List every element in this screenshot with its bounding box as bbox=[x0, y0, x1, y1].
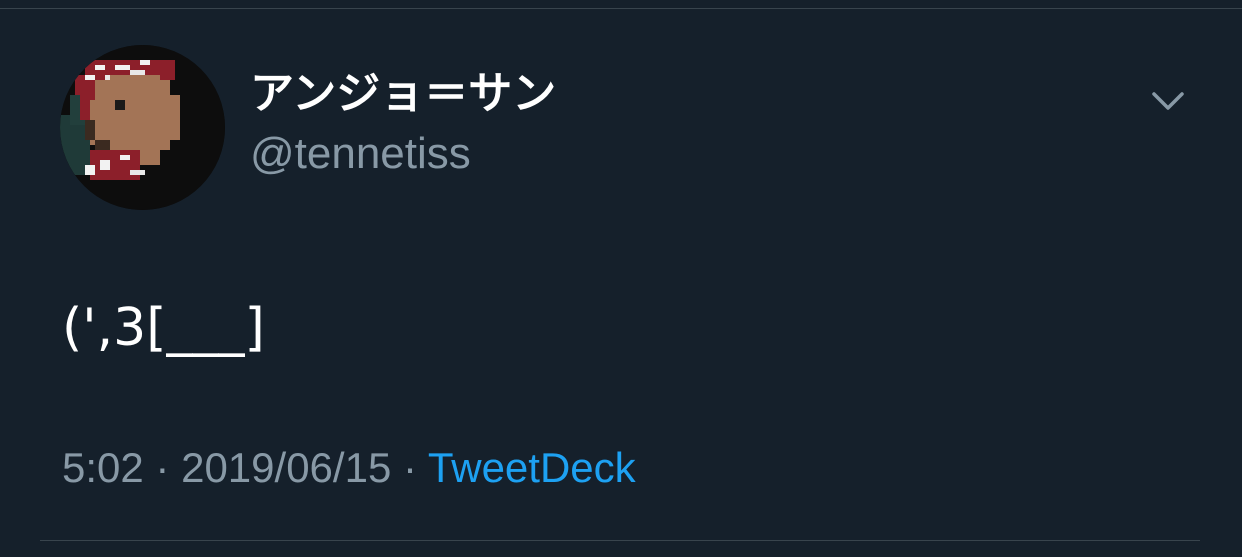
tweet-meta: 5:02 · 2019/06/15 · TweetDeck bbox=[62, 442, 636, 494]
top-divider bbox=[0, 8, 1242, 9]
bottom-divider bbox=[40, 540, 1200, 541]
tweet-source-link[interactable]: TweetDeck bbox=[428, 444, 636, 491]
chevron-down-icon[interactable] bbox=[1148, 84, 1188, 120]
author-display-name[interactable]: アンジョ＝サン bbox=[250, 66, 556, 122]
avatar-pixel-art bbox=[60, 45, 225, 210]
avatar[interactable] bbox=[60, 45, 225, 210]
tweet-time[interactable]: 5:02 bbox=[62, 444, 144, 491]
author-handle[interactable]: @tennetiss bbox=[250, 128, 471, 180]
meta-separator: · bbox=[402, 444, 417, 491]
tweet-text: (',3[___] bbox=[62, 298, 265, 358]
meta-separator: · bbox=[155, 444, 170, 491]
tweet-date[interactable]: 2019/06/15 bbox=[181, 444, 391, 491]
